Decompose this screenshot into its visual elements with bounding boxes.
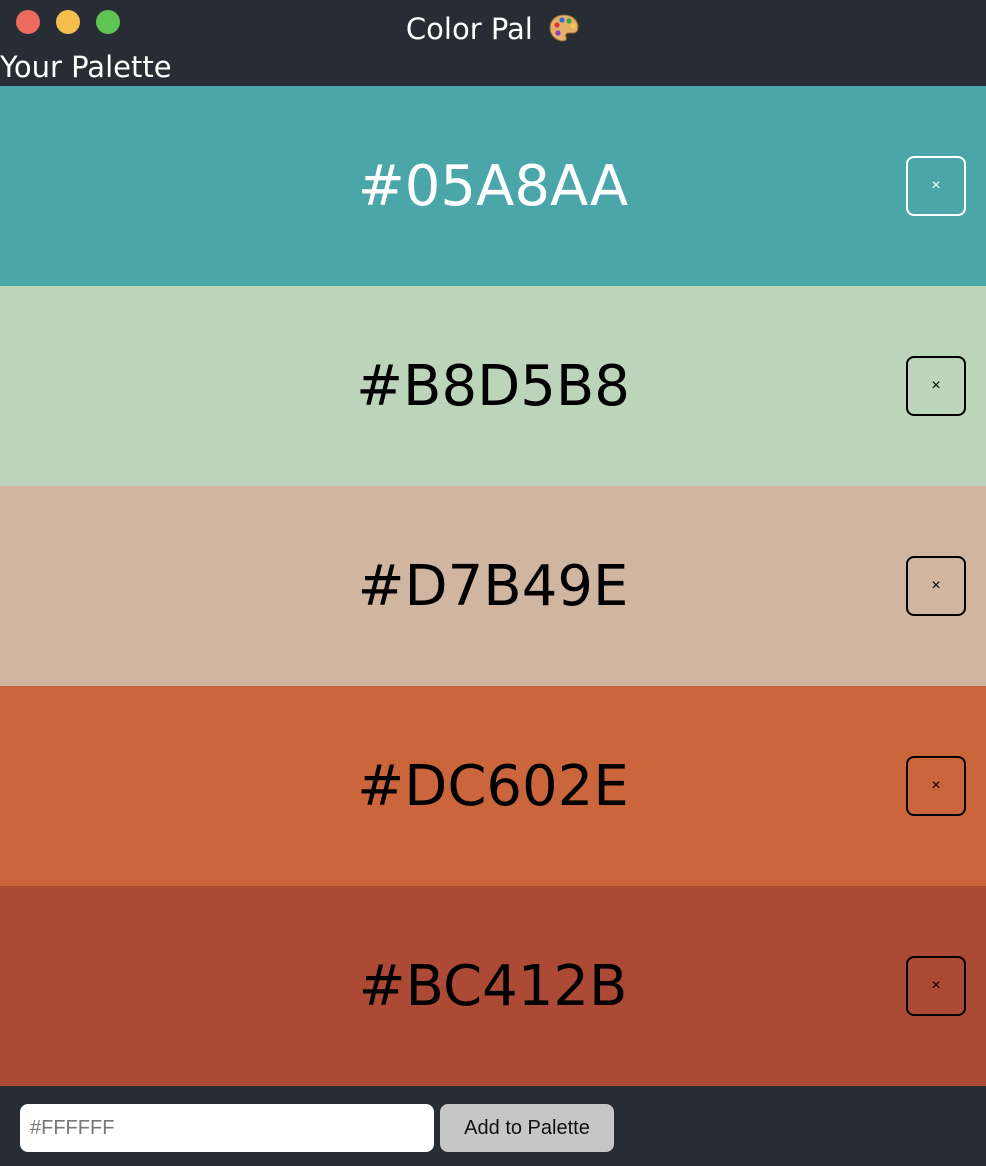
color-swatch: #DC602E × bbox=[0, 686, 986, 886]
hex-color-input[interactable] bbox=[20, 1104, 434, 1152]
palette-swatch-list: #05A8AA × #B8D5B8 × #D7B49E × #DC602E × … bbox=[0, 86, 986, 1086]
color-swatch: #B8D5B8 × bbox=[0, 286, 986, 486]
swatch-hex-label: #BC412B bbox=[358, 953, 628, 1019]
remove-color-button[interactable]: × bbox=[906, 556, 966, 616]
palette-heading: Your Palette bbox=[0, 50, 172, 84]
color-swatch: #D7B49E × bbox=[0, 486, 986, 686]
remove-color-button[interactable]: × bbox=[906, 956, 966, 1016]
artist-palette-icon bbox=[548, 13, 580, 50]
swatch-hex-label: #05A8AA bbox=[357, 153, 629, 219]
swatch-hex-label: #DC602E bbox=[357, 753, 629, 819]
remove-color-button[interactable]: × bbox=[906, 756, 966, 816]
remove-color-button[interactable]: × bbox=[906, 356, 966, 416]
title-bar: Color Pal Your Palette bbox=[0, 0, 986, 86]
add-color-bar: Add to Palette bbox=[0, 1086, 986, 1166]
swatch-hex-label: #D7B49E bbox=[357, 553, 629, 619]
color-swatch: #05A8AA × bbox=[0, 86, 986, 286]
color-swatch: #BC412B × bbox=[0, 886, 986, 1086]
add-to-palette-button[interactable]: Add to Palette bbox=[440, 1104, 614, 1152]
window-title-text: Color Pal bbox=[405, 12, 533, 46]
window-title: Color Pal bbox=[0, 12, 986, 50]
remove-color-button[interactable]: × bbox=[906, 156, 966, 216]
swatch-hex-label: #B8D5B8 bbox=[356, 353, 630, 419]
